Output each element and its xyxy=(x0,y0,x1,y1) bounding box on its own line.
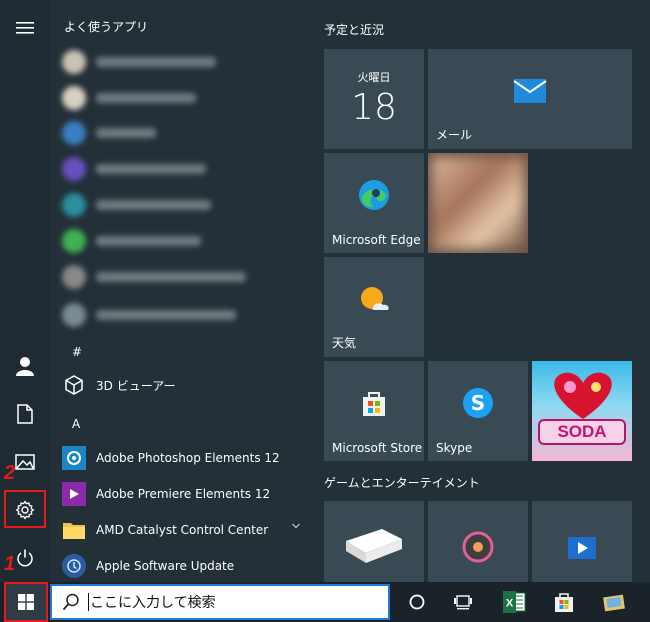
tile-candy-crush-soda[interactable]: SODA xyxy=(532,361,632,461)
tile-group-title: 予定と近況 xyxy=(324,23,385,37)
tile-skype[interactable]: S Skype xyxy=(428,361,528,461)
tile-label: Skype xyxy=(436,441,473,455)
section-header-a[interactable]: A xyxy=(72,417,80,431)
tile-movies-tv[interactable] xyxy=(532,501,632,582)
music-disc-icon xyxy=(462,531,494,563)
calendar-date: 18 xyxy=(351,87,397,128)
tile-label: Microsoft Edge xyxy=(332,233,421,247)
apple-software-update-icon xyxy=(62,554,86,578)
search-icon xyxy=(62,593,79,611)
svg-text:X: X xyxy=(506,598,514,610)
premiere-elements-icon xyxy=(62,482,86,506)
app-label: 3D ビューアー xyxy=(96,378,176,393)
taskbar-search-box[interactable]: ここに入力して検索 xyxy=(50,584,390,620)
documents-button[interactable] xyxy=(0,390,50,438)
tile-xbox-console[interactable] xyxy=(324,501,424,582)
blurred-app-row[interactable] xyxy=(62,302,236,328)
cube-icon xyxy=(62,373,86,397)
blurred-app-row[interactable] xyxy=(62,156,206,182)
mail-icon xyxy=(513,79,547,103)
apps-list: よく使うアプリ # 3D ビューアー A Adobe Photoshop Ele… xyxy=(50,0,312,582)
app-item-amd-catalyst[interactable]: AMD Catalyst Control Center xyxy=(62,515,312,545)
tile-microsoft-store[interactable]: Microsoft Store xyxy=(324,361,424,461)
app-item-photoshop-elements[interactable]: Adobe Photoshop Elements 12 xyxy=(62,443,312,473)
tile-label: Microsoft Store xyxy=(332,441,423,455)
app-item-3d-viewer[interactable]: 3D ビューアー xyxy=(62,370,312,400)
picture-icon xyxy=(15,454,35,470)
cortana-circle-icon xyxy=(409,594,425,610)
weather-icon xyxy=(361,287,389,310)
blurred-app-row[interactable] xyxy=(62,228,201,254)
cortana-button[interactable] xyxy=(403,588,431,616)
console-icon xyxy=(346,529,402,563)
tile-microsoft-edge[interactable]: Microsoft Edge xyxy=(324,153,424,253)
tile-group-title: ゲームとエンターテイメント xyxy=(324,476,480,490)
app-label: Adobe Photoshop Elements 12 xyxy=(96,451,280,465)
taskbar-store-button[interactable] xyxy=(550,588,578,616)
edge-icon xyxy=(359,180,389,210)
blurred-app-row[interactable] xyxy=(62,85,196,111)
search-placeholder: ここに入力して検索 xyxy=(90,595,216,611)
candy-soda-logo: SODA xyxy=(538,419,626,445)
taskbar: ここに入力して検索 X xyxy=(0,582,650,622)
svg-text:S: S xyxy=(471,391,485,415)
taskbar-excel-button[interactable]: X xyxy=(500,588,528,616)
app-label: Adobe Premiere Elements 12 xyxy=(96,487,271,501)
task-view-button[interactable] xyxy=(449,588,477,616)
photoshop-elements-icon xyxy=(62,446,86,470)
hamburger-icon xyxy=(16,22,34,34)
tile-calendar[interactable]: 火曜日 18 xyxy=(324,49,424,149)
blurred-app-row[interactable] xyxy=(62,264,246,290)
app-item-premiere-elements[interactable]: Adobe Premiere Elements 12 xyxy=(62,479,312,509)
start-menu: よく使うアプリ # 3D ビューアー A Adobe Photoshop Ele… xyxy=(0,0,650,582)
user-icon xyxy=(16,357,34,376)
hamburger-menu-button[interactable] xyxy=(0,4,50,52)
blurred-photo xyxy=(432,157,524,249)
section-header-hash[interactable]: # xyxy=(72,345,82,359)
document-icon xyxy=(17,404,33,424)
step-number-2: 2 xyxy=(4,462,16,484)
tile-label: 天気 xyxy=(332,336,357,350)
app-item-apple-software-update[interactable]: Apple Software Update xyxy=(62,551,312,581)
taskbar-app-button[interactable] xyxy=(600,588,628,616)
step-number-1: 1 xyxy=(4,553,16,575)
photo-frame-icon xyxy=(603,594,625,612)
blurred-app-row[interactable] xyxy=(62,120,156,146)
app-label: AMD Catalyst Control Center xyxy=(96,523,269,537)
power-icon xyxy=(17,549,33,567)
windows-logo-icon xyxy=(18,594,34,610)
tiles-area: 予定と近況 火曜日 18 メール Microsoft Edge 天気 Micro… xyxy=(312,0,650,582)
excel-icon: X xyxy=(503,591,526,613)
tile-mail[interactable]: メール xyxy=(428,49,632,149)
skype-icon: S xyxy=(463,388,493,418)
tile-groove-music[interactable] xyxy=(428,501,528,582)
candy-heart-icon xyxy=(554,372,612,419)
folder-icon xyxy=(62,518,86,542)
task-view-icon xyxy=(454,595,472,610)
blurred-app-row[interactable] xyxy=(62,49,216,75)
tile-weather[interactable]: 天気 xyxy=(324,257,424,357)
store-bag-icon xyxy=(555,593,573,612)
user-account-button[interactable] xyxy=(0,342,50,390)
settings-highlight-box xyxy=(4,490,46,528)
chevron-down-icon[interactable] xyxy=(292,522,300,530)
frequent-apps-heading: よく使うアプリ xyxy=(64,20,149,34)
app-label: Apple Software Update xyxy=(96,559,235,573)
start-button[interactable] xyxy=(4,582,48,622)
tile-label: メール xyxy=(436,128,473,142)
store-icon xyxy=(363,392,385,416)
blurred-app-row[interactable] xyxy=(62,192,211,218)
film-play-icon xyxy=(568,537,596,559)
calendar-day: 火曜日 xyxy=(357,71,391,84)
tile-photo-blurred[interactable] xyxy=(428,153,528,253)
text-cursor xyxy=(88,593,89,611)
